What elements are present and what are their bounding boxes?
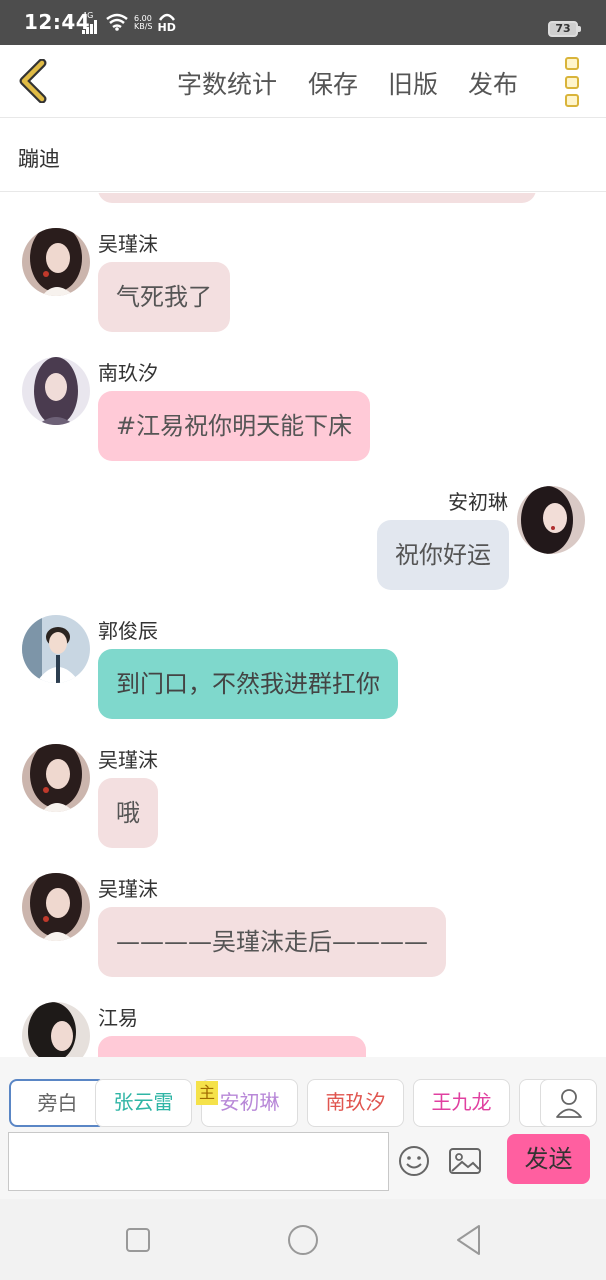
sender-name: 南玖汐 [98, 361, 158, 385]
status-time: 12:44 [24, 10, 91, 34]
message-input[interactable] [8, 1132, 389, 1191]
message-bubble[interactable]: 气死我了 [98, 262, 230, 332]
top-toolbar: 字数统计 保存 旧版 发布 [0, 45, 606, 118]
message-bubble[interactable]: ————吴瑾沫走后———— [98, 907, 446, 977]
sender-name: 吴瑾沫 [98, 232, 158, 256]
image-icon[interactable] [448, 1146, 482, 1176]
host-badge: 主 [196, 1081, 218, 1105]
message-bubble[interactable]: #江易祝你明天能下床 [98, 391, 371, 461]
emoji-icon[interactable] [397, 1144, 431, 1178]
character-tab[interactable]: 张云雷 [95, 1079, 192, 1127]
home-icon[interactable] [286, 1223, 320, 1257]
avatar[interactable] [22, 357, 90, 425]
message-bubble-partial[interactable] [98, 193, 536, 203]
back-chevron-icon[interactable] [14, 58, 54, 104]
avatar[interactable] [22, 744, 90, 812]
message-bubble[interactable] [98, 1036, 366, 1057]
battery-icon: 73 [548, 21, 581, 37]
character-tab[interactable]: 王九龙 [413, 1079, 510, 1127]
more-menu-icon[interactable] [565, 57, 581, 107]
story-title: 蹦迪 [18, 147, 60, 171]
message-bubble[interactable]: 祝你好运 [377, 520, 509, 590]
avatar[interactable] [22, 615, 90, 683]
network-speed: 6.00 KB/S [134, 14, 153, 31]
wifi-icon [105, 13, 129, 34]
sender-name: 安初琳 [448, 490, 508, 514]
avatar[interactable] [22, 228, 90, 296]
message-bubble[interactable]: 到门口，不然我进群扛你 [98, 649, 398, 719]
system-nav-bar [0, 1199, 606, 1280]
publish-button[interactable]: 发布 [468, 65, 518, 101]
story-title-bar[interactable]: 蹦迪 [0, 119, 606, 192]
avatar[interactable] [22, 873, 90, 941]
composer-panel: 旁白 张云雷 安初琳 主 南玖汐 王九龙 发送 [0, 1057, 606, 1199]
chat-list[interactable]: 吴瑾沫 气死我了 南玖汐 #江易祝你明天能下床 安初琳 祝你好运 郭俊辰 到门口… [0, 193, 606, 1057]
sender-name: 吴瑾沫 [98, 748, 158, 772]
message-bubble[interactable]: 哦 [98, 778, 158, 848]
sender-name: 吴瑾沫 [98, 877, 158, 901]
sender-name: 江易 [98, 1006, 138, 1030]
character-tab[interactable]: 南玖汐 [307, 1079, 404, 1127]
person-icon [556, 1089, 582, 1118]
avatar[interactable] [22, 1002, 90, 1057]
add-character-button[interactable] [540, 1079, 597, 1127]
character-tab-narrator[interactable]: 旁白 [9, 1079, 106, 1127]
status-bar: 12:44 4G 6.00 KB/S HD 73 [0, 0, 606, 45]
save-button[interactable]: 保存 [308, 65, 358, 101]
recent-apps-icon[interactable] [124, 1226, 152, 1254]
hd-call-icon: HD [158, 13, 176, 34]
sender-name: 郭俊辰 [98, 619, 158, 643]
cellular-signal-icon: 4G [82, 12, 100, 34]
avatar[interactable] [517, 486, 585, 554]
send-button[interactable]: 发送 [507, 1134, 590, 1184]
old-version-button[interactable]: 旧版 [388, 65, 438, 101]
back-triangle-icon[interactable] [454, 1223, 484, 1257]
word-count-button[interactable]: 字数统计 [177, 65, 277, 101]
